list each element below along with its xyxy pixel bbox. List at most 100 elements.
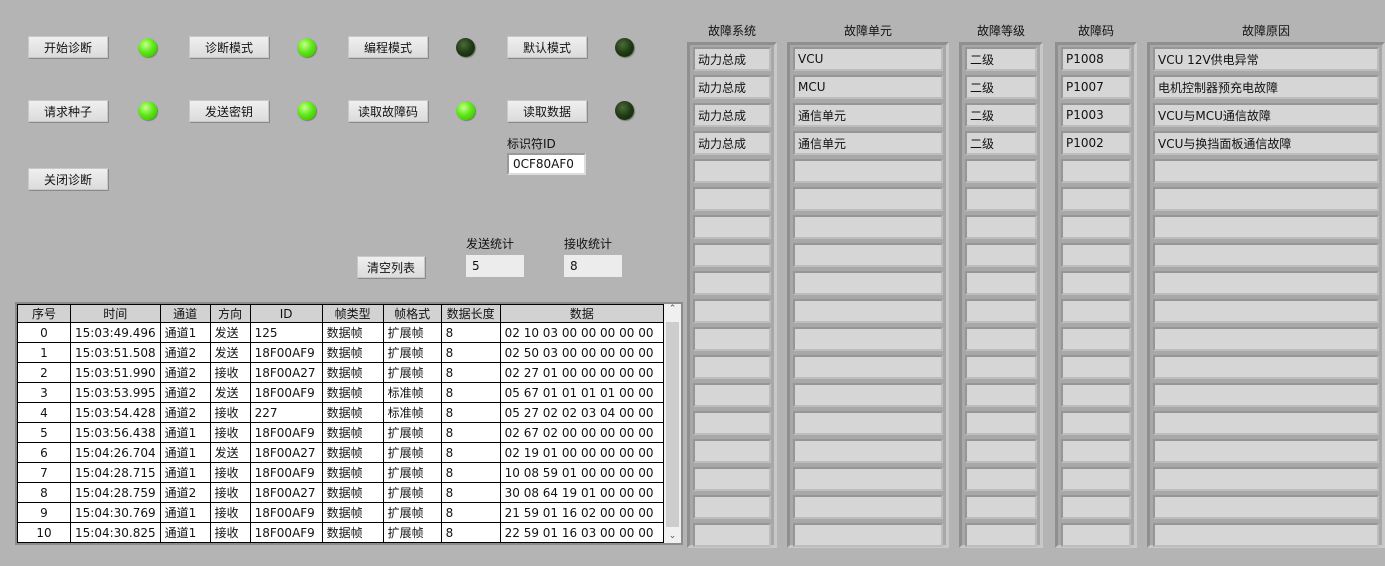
table-cell: 125 [249, 322, 323, 343]
scroll-down-icon[interactable]: ⌄ [664, 531, 681, 541]
table-cell: 通道1 [159, 522, 211, 543]
fault-unit-cell [793, 299, 943, 323]
read-dtc-button[interactable]: 读取故障码 [348, 100, 428, 122]
fault-reason-header: 故障原因 [1241, 24, 1290, 38]
fault-level-header: 故障等级 [976, 24, 1025, 38]
table-cell: 通道1 [159, 462, 211, 483]
scroll-thumb[interactable] [666, 322, 679, 527]
table-cell: 接收 [209, 502, 251, 523]
read-dtc-led [456, 101, 475, 120]
table-cell: 02 50 03 00 00 00 00 00 [499, 342, 665, 363]
table-cell: 18F00AF9 [249, 342, 323, 363]
table-cell: 扩展帧 [382, 422, 442, 443]
table-row[interactable]: 7 15:04:28.715 通道1 接收 18F00AF9 数据帧 扩展帧 8 10 08 5… [17, 462, 665, 483]
table-cell: 6 [17, 442, 71, 463]
fault-reason-cell: 电机控制器预充电故障 [1153, 75, 1379, 99]
fault-code-cell [1061, 523, 1131, 547]
fault-unit-cell [793, 439, 943, 463]
fault-unit-header: 故障单元 [843, 24, 892, 38]
send-key-button[interactable]: 发送密钥 [189, 100, 269, 122]
fault-code-cell: P1008 [1061, 47, 1131, 71]
fault-reason-cell [1153, 187, 1379, 211]
table-header-row: 序号 时间 通道 方向 ID 帧类型 帧格式 数据长度 数据 [17, 304, 665, 323]
column-header: 帧格式 [382, 304, 442, 323]
table-cell: 扩展帧 [382, 502, 442, 523]
fault-level-cell [965, 159, 1037, 183]
column-header: 时间 [70, 304, 161, 323]
fault-code-cell [1061, 187, 1131, 211]
fault-system-cell [693, 523, 771, 547]
table-cell: 30 08 64 19 01 00 00 00 [499, 482, 665, 503]
table-cell: 通道1 [159, 422, 211, 443]
fault-reason-array: VCU 12V供电异常 电机控制器预充电故障 VCU与MCU通信故障 VCU与换挡面板… [1147, 42, 1385, 548]
table-cell: 通道1 [159, 442, 211, 463]
start-diagnosis-button[interactable]: 开始诊断 [28, 36, 108, 58]
table-row[interactable]: 0 15:03:49.496 通道1 发送 125 数据帧 扩展帧 8 02 10 03 00 … [17, 322, 665, 343]
table-cell: 通道1 [159, 322, 211, 343]
table-cell: 扩展帧 [382, 342, 442, 363]
table-cell: 18F00AF9 [249, 522, 323, 543]
fault-code-cell [1061, 299, 1131, 323]
table-cell: 2 [17, 362, 71, 383]
default-mode-button[interactable]: 默认模式 [507, 36, 587, 58]
table-row[interactable]: 8 15:04:28.759 通道2 接收 18F00A27 数据帧 扩展帧 8 30 08 6… [17, 482, 665, 503]
table-row[interactable]: 5 15:03:56.438 通道1 接收 18F00AF9 数据帧 扩展帧 8 02 67 0… [17, 422, 665, 443]
fault-unit-cell [793, 327, 943, 351]
fault-reason-cell [1153, 327, 1379, 351]
table-cell: 接收 [209, 422, 251, 443]
table-cell: 发送 [209, 442, 251, 463]
table-cell: 数据帧 [321, 502, 384, 523]
programming-mode-button[interactable]: 编程模式 [348, 36, 428, 58]
recv-count-value: 8 [564, 255, 622, 277]
clear-list-button[interactable]: 清空列表 [357, 256, 425, 278]
table-cell: 22 59 01 16 03 00 00 00 [499, 522, 665, 543]
table-row[interactable]: 6 15:04:26.704 通道1 发送 18F00A27 数据帧 扩展帧 8 02 19 0… [17, 442, 665, 463]
table-cell: 接收 [209, 362, 251, 383]
diagnosis-mode-button[interactable]: 诊断模式 [189, 36, 269, 58]
can-message-table[interactable]: 序号 时间 通道 方向 ID 帧类型 帧格式 数据长度 数据 0 15:03:49.496 通道1 发… [15, 302, 683, 545]
fault-system-cell [693, 187, 771, 211]
fault-reason-cell [1153, 383, 1379, 407]
table-row[interactable]: 2 15:03:51.990 通道2 接收 18F00A27 数据帧 扩展帧 8 02 27 0… [17, 362, 665, 383]
fault-system-cell [693, 411, 771, 435]
table-row[interactable]: 3 15:03:53.995 通道2 发送 18F00AF9 数据帧 标准帧 8 05 67 0… [17, 382, 665, 403]
fault-unit-cell [793, 355, 943, 379]
send-count-label: 发送统计 [466, 237, 515, 251]
table-row[interactable]: 10 15:04:30.825 通道1 接收 18F00AF9 数据帧 扩展帧 8 22 59 … [17, 522, 665, 543]
identifier-input[interactable]: 0CF80AF0 [507, 153, 586, 175]
fault-level-cell: 二级 [965, 103, 1037, 127]
scroll-up-icon[interactable]: ⌃ [664, 304, 681, 314]
table-cell: 05 27 02 02 03 04 00 00 [499, 402, 665, 423]
table-scrollbar[interactable]: ⌃ ⌄ [664, 304, 681, 543]
fault-level-cell [965, 299, 1037, 323]
column-header: 序号 [17, 304, 71, 323]
table-cell: 8 [440, 422, 501, 443]
fault-unit-cell [793, 467, 943, 491]
table-cell: 接收 [209, 522, 251, 543]
table-cell: 扩展帧 [382, 462, 442, 483]
table-row[interactable]: 1 15:03:51.508 通道2 发送 18F00AF9 数据帧 扩展帧 8 02 50 0… [17, 342, 665, 363]
table-cell: 1 [17, 342, 71, 363]
read-data-button[interactable]: 读取数据 [507, 100, 587, 122]
fault-reason-cell [1153, 523, 1379, 547]
fault-reason-cell [1153, 495, 1379, 519]
fault-code-cell: P1007 [1061, 75, 1131, 99]
table-row[interactable]: 4 15:03:54.428 通道2 接收 227 数据帧 标准帧 8 05 27 02 02 … [17, 402, 665, 423]
fault-code-array: P1008 P1007 P1003 P1002 [1055, 42, 1137, 548]
close-diagnosis-button[interactable]: 关闭诊断 [28, 168, 108, 190]
table-cell: 通道2 [159, 482, 211, 503]
table-cell: 标准帧 [382, 382, 442, 403]
column-header: 数据长度 [440, 304, 501, 323]
fault-system-cell [693, 383, 771, 407]
fault-unit-cell [793, 383, 943, 407]
table-cell: 扩展帧 [382, 522, 442, 543]
fault-reason-cell [1153, 467, 1379, 491]
request-seed-button[interactable]: 请求种子 [28, 100, 108, 122]
table-row[interactable]: 9 15:04:30.769 通道1 接收 18F00AF9 数据帧 扩展帧 8 21 59 0… [17, 502, 665, 523]
fault-unit-cell [793, 243, 943, 267]
table-cell: 4 [17, 402, 71, 423]
table-cell: 18F00AF9 [249, 382, 323, 403]
table-cell: 10 08 59 01 00 00 00 00 [499, 462, 665, 483]
fault-code-header: 故障码 [1077, 24, 1114, 38]
table-cell: 7 [17, 462, 71, 483]
